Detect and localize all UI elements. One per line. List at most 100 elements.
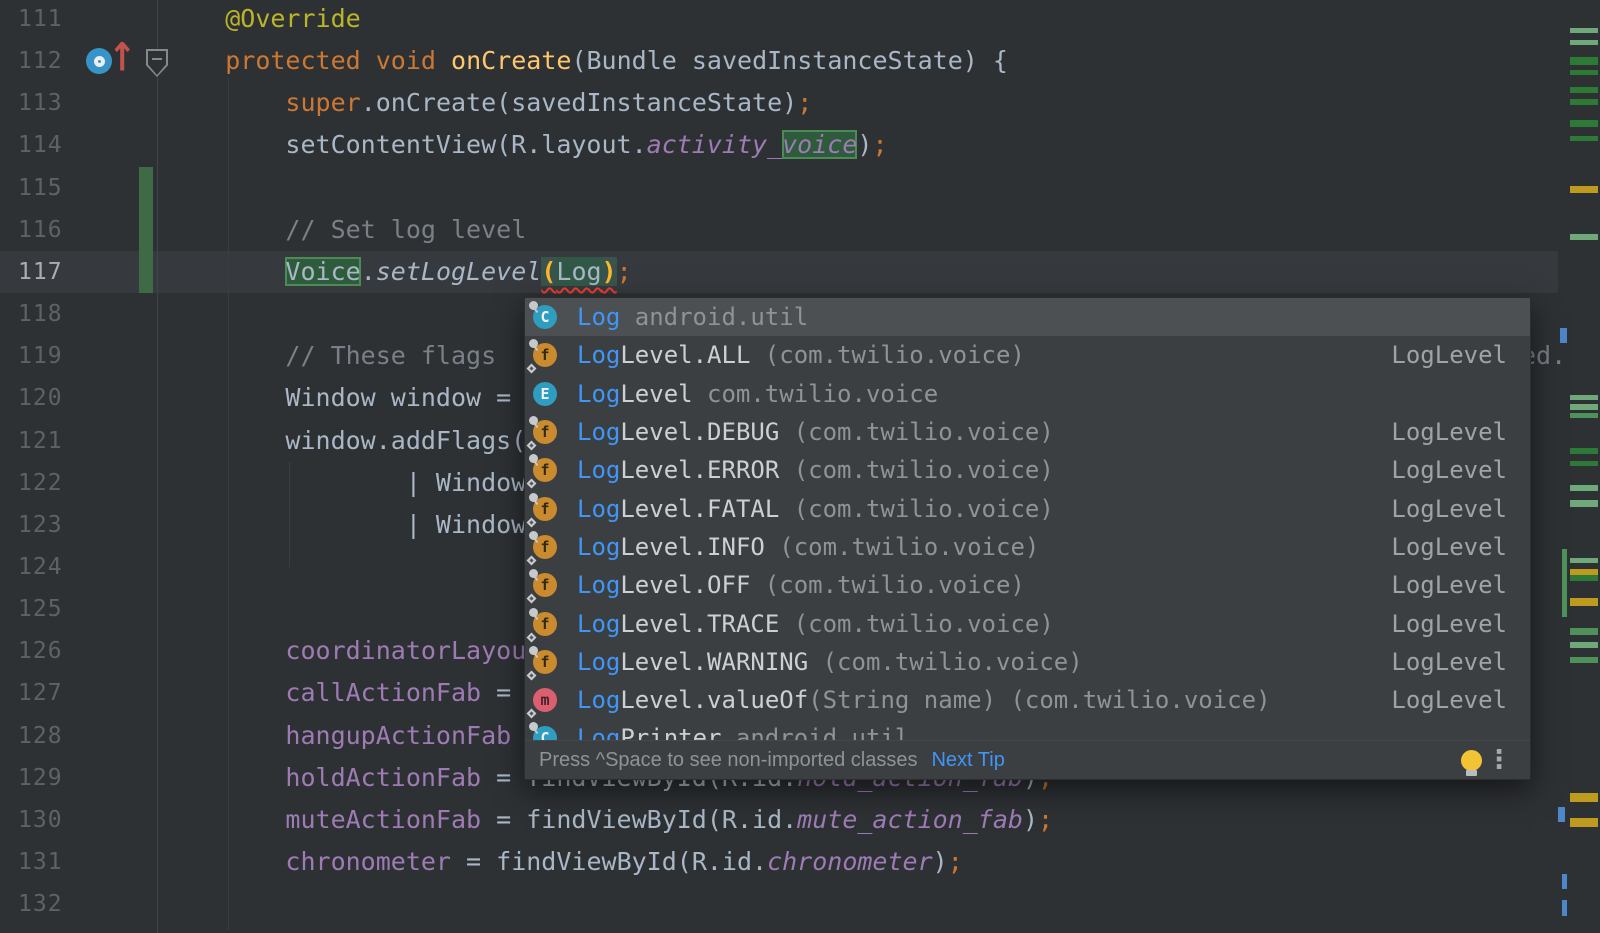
line-number[interactable]: 115 <box>18 167 63 209</box>
scrollbar-mark[interactable] <box>1570 186 1598 193</box>
completion-item-LogLevel.OFF[interactable]: fLogLevel.OFF(com.twilio.voice)LogLevel <box>525 566 1530 604</box>
line-number[interactable]: 118 <box>18 293 63 335</box>
scrollbar-mark[interactable] <box>1570 818 1598 827</box>
code-line-131[interactable]: 131 chronometer = findViewById(R.id.chro… <box>0 841 1558 884</box>
line-number[interactable]: 127 <box>18 672 63 714</box>
line-number[interactable]: 131 <box>18 841 63 883</box>
completion-item-Log[interactable]: CLogandroid.util <box>525 298 1530 336</box>
pin-decorator-icon <box>529 722 538 731</box>
completion-item-LogLevel.ALL[interactable]: fLogLevel.ALL(com.twilio.voice)LogLevel <box>525 336 1530 374</box>
line-number[interactable]: 117 <box>18 251 63 293</box>
pin-decorator-icon <box>529 416 538 425</box>
completion-item-label: LogLevel.valueOf(String name)(com.twilio… <box>577 686 1271 714</box>
scrollbar-mark[interactable] <box>1570 461 1598 466</box>
code-line-116[interactable]: 116 // Set log level <box>0 209 1558 252</box>
completion-item-LogLevel.FATAL[interactable]: fLogLevel.FATAL(com.twilio.voice)LogLeve… <box>525 489 1530 527</box>
scrollbar-mark[interactable] <box>1570 448 1598 454</box>
token <box>165 721 285 750</box>
scrollbar-mark[interactable] <box>1570 575 1598 581</box>
scrollbar-mark[interactable] <box>1570 642 1598 648</box>
code-line-113[interactable]: 113 super.onCreate(savedInstanceState); <box>0 82 1558 125</box>
line-number[interactable]: 116 <box>18 209 63 251</box>
token: ) <box>933 847 948 876</box>
line-number[interactable]: 111 <box>18 0 63 40</box>
line-number[interactable]: 130 <box>18 799 63 841</box>
scrollbar-mark[interactable] <box>1570 413 1598 418</box>
completion-item-LogLevel.INFO[interactable]: fLogLevel.INFO(com.twilio.voice)LogLevel <box>525 528 1530 566</box>
code-editor: ↑ 111 @Override112 protected void onCrea… <box>0 0 1600 933</box>
scrollbar-mark[interactable] <box>1570 70 1598 75</box>
line-number[interactable]: 128 <box>18 715 63 757</box>
scrollbar-mark[interactable] <box>1570 57 1598 65</box>
line-number[interactable]: 123 <box>18 504 63 546</box>
lightbulb-icon[interactable] <box>1461 750 1482 771</box>
scrollbar-mark[interactable] <box>1570 136 1598 141</box>
token: setLogLevel <box>376 257 542 286</box>
token <box>165 763 285 792</box>
code-text: hangupActionFab = <box>165 715 541 757</box>
scrollbar-mark[interactable] <box>1570 404 1598 410</box>
scrollbar-mark[interactable] <box>1570 558 1598 563</box>
token: ; <box>617 257 632 286</box>
scrollbar-mark[interactable] <box>1560 328 1567 343</box>
code-line-130[interactable]: 130 muteActionFab = findViewById(R.id.mu… <box>0 799 1558 842</box>
token <box>165 678 285 707</box>
completion-item-label: LogLevel.FATAL(com.twilio.voice) <box>577 495 1054 523</box>
code-line-132[interactable]: 132 <box>0 883 1558 926</box>
completion-item-LogLevel.WARNING[interactable]: fLogLevel.WARNING(com.twilio.voice)LogLe… <box>525 643 1530 681</box>
scrollbar-mark[interactable] <box>1570 234 1598 240</box>
scrollbar-mark[interactable] <box>1570 598 1598 606</box>
line-number[interactable]: 121 <box>18 420 63 462</box>
code-line-115[interactable]: 115 <box>0 167 1558 210</box>
scrollbar-mark[interactable] <box>1570 628 1598 635</box>
scrollbar-mark[interactable] <box>1570 793 1598 802</box>
scrollbar-mark[interactable] <box>1570 40 1598 45</box>
line-number[interactable]: 125 <box>18 588 63 630</box>
code-line-117[interactable]: 117 Voice.setLogLevel(Log); <box>0 251 1558 294</box>
scrollbar-mark[interactable] <box>1570 87 1598 93</box>
completion-item-LogLevel.valueOf[interactable]: mLogLevel.valueOf(String name)(com.twili… <box>525 681 1530 719</box>
scrollbar-mark[interactable] <box>1570 657 1598 663</box>
line-number[interactable]: 114 <box>18 124 63 166</box>
token: onCreate <box>451 46 571 75</box>
scrollbar-mark[interactable] <box>1558 807 1565 822</box>
scrollbar-mark[interactable] <box>1562 874 1567 889</box>
line-number[interactable]: 113 <box>18 82 63 124</box>
static-decorator-icon <box>527 555 537 565</box>
scrollbar-mark[interactable] <box>1562 900 1567 916</box>
completion-item-type: LogLevel <box>1391 533 1507 561</box>
token: // Set log level <box>285 215 526 244</box>
code-line-111[interactable]: 111 @Override <box>0 0 1558 41</box>
scrollbar-mark[interactable] <box>1570 395 1598 400</box>
line-number[interactable]: 119 <box>18 335 63 377</box>
completion-item-LogLevel.ERROR[interactable]: fLogLevel.ERROR(com.twilio.voice)LogLeve… <box>525 451 1530 489</box>
code-line-112[interactable]: 112 protected void onCreate(Bundle saved… <box>0 40 1558 83</box>
kebab-menu-icon[interactable]: ⋮ <box>1482 741 1516 780</box>
token: ; <box>948 847 963 876</box>
line-number[interactable]: 120 <box>18 377 63 419</box>
completion-item-LogLevel.DEBUG[interactable]: fLogLevel.DEBUG(com.twilio.voice)LogLeve… <box>525 413 1530 451</box>
line-number[interactable]: 122 <box>18 462 63 504</box>
line-number[interactable]: 124 <box>18 546 63 588</box>
token: coordinatorLayout <box>285 636 541 665</box>
scrollbar-mark[interactable] <box>1570 28 1598 33</box>
code-line-114[interactable]: 114 setContentView(R.layout.activity_voi… <box>0 124 1558 167</box>
scrollbar-mark[interactable] <box>1570 99 1598 105</box>
token: window.addFlags( <box>165 426 526 455</box>
scrollbar-mark[interactable] <box>1570 120 1598 127</box>
completion-item-LogPrinter[interactable]: CLogPrinterandroid.util <box>525 719 1530 742</box>
scrollbar-mark[interactable] <box>1570 485 1598 491</box>
field-icon: f <box>533 612 557 636</box>
pin-decorator-icon <box>529 493 538 502</box>
scrollbar-mark[interactable] <box>1562 549 1567 617</box>
line-number[interactable]: 112 <box>18 40 63 82</box>
line-number[interactable]: 126 <box>18 630 63 672</box>
next-tip-link[interactable]: Next Tip <box>931 749 1004 772</box>
line-number[interactable]: 129 <box>18 757 63 799</box>
line-number[interactable]: 132 <box>18 883 63 925</box>
token: = findViewById(R.id. <box>451 847 767 876</box>
scrollbar-mark[interactable] <box>1570 500 1598 507</box>
completion-item-LogLevel[interactable]: ELogLevelcom.twilio.voice <box>525 375 1530 413</box>
completion-item-LogLevel.TRACE[interactable]: fLogLevel.TRACE(com.twilio.voice)LogLeve… <box>525 604 1530 642</box>
pin-decorator-icon <box>529 454 538 463</box>
